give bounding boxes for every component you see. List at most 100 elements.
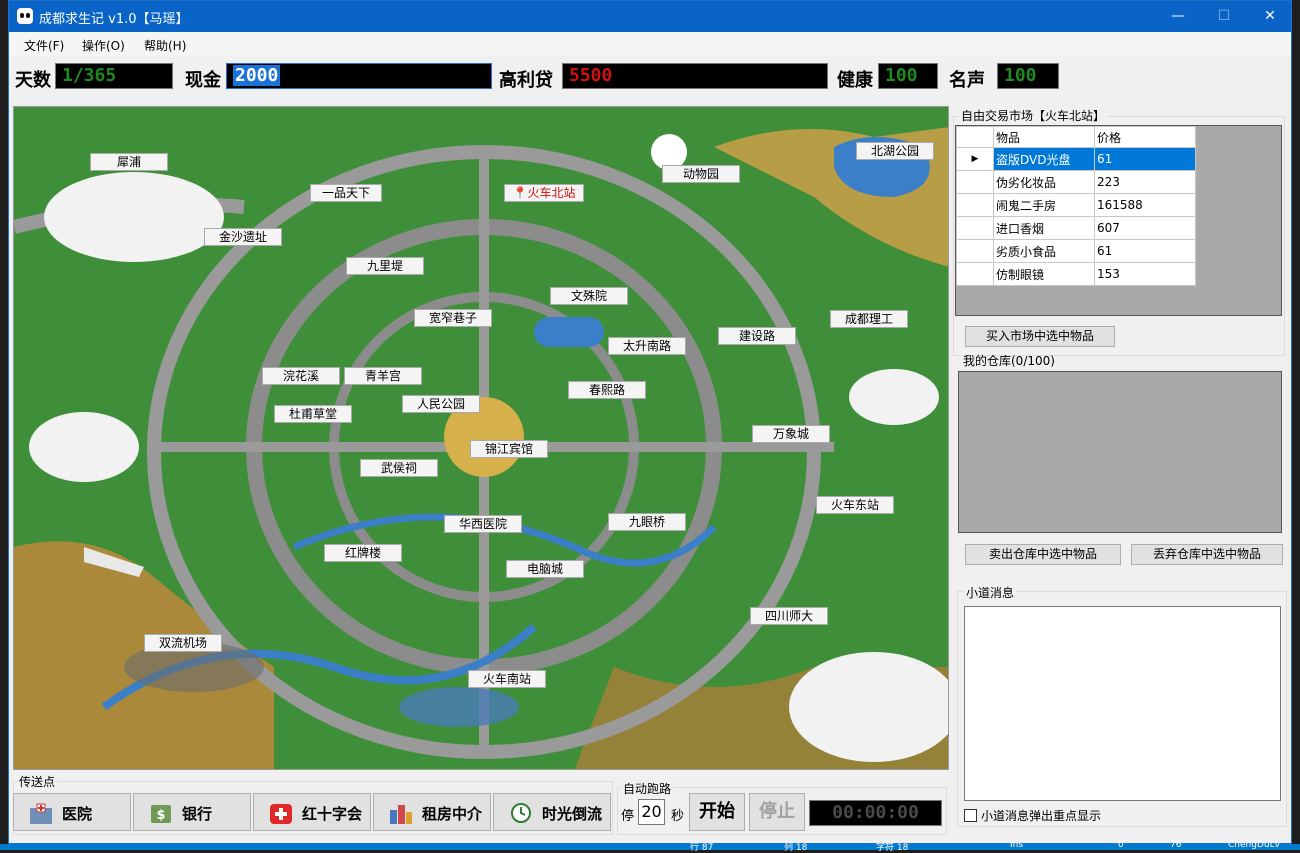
market-item[interactable]: 闹鬼二手房 [993,193,1095,217]
market-item[interactable]: 劣质小食品 [993,239,1095,263]
table-row[interactable]: ▶ 盗版DVD光盘 61 [956,147,1196,171]
red-cross-button[interactable]: 红十字会 [253,793,371,831]
location-jiuyanqiao[interactable]: 九眼桥 [608,513,686,531]
stop-button[interactable]: 停止 [749,793,805,831]
row-selector-arrow-icon: ▶ [956,147,994,171]
start-button[interactable]: 开始 [689,793,745,831]
bank-button[interactable]: $ 银行 [133,793,251,831]
first-aid-icon [270,804,292,824]
market-price[interactable]: 61 [1094,239,1196,263]
location-renmingongyuan[interactable]: 人民公园 [402,395,480,413]
rental-agency-button[interactable]: 租房中介 [373,793,491,831]
popup-checkbox[interactable] [964,809,977,822]
storage-grid[interactable] [958,371,1282,533]
maximize-button[interactable]: ☐ [1201,1,1247,32]
location-wanxiangcheng[interactable]: 万象城 [752,425,830,443]
menu-file[interactable]: 文件(F) [24,37,64,54]
location-jinshayizhi[interactable]: 金沙遗址 [204,228,282,246]
svg-text:$: $ [156,808,165,823]
seconds-unit: 秒 [671,809,685,824]
location-chengdulonggong[interactable]: 成都理工 [830,310,908,328]
sell-button[interactable]: 卖出仓库中选中物品 [965,544,1121,565]
money-bag-icon: $ [151,805,171,823]
location-chunxilu[interactable]: 春熙路 [568,381,646,399]
debt-label: 高利贷 [499,70,553,91]
status-char: 字符 18 [876,843,909,853]
hospital-icon [30,803,52,824]
status-edits: 76 [1170,840,1182,850]
location-jinjiangbinguan[interactable]: 锦江宾馆 [470,440,548,458]
messages-textarea[interactable] [964,606,1281,801]
location-yipintianxia[interactable]: 一品天下 [310,184,382,202]
cash-label: 现金 [185,70,221,91]
seconds-input[interactable]: 20 [638,799,665,825]
fame-label: 名声 [949,70,985,91]
location-taishengnanlu[interactable]: 太升南路 [608,337,686,355]
timer-display: 00:00:00 [809,800,942,826]
market-item[interactable]: 盗版DVD光盘 [993,147,1095,171]
location-huochenanzhan[interactable]: 火车南站 [468,670,546,688]
cash-value: 2000 [233,65,281,86]
table-row[interactable]: 进口香烟 607 [956,216,1196,240]
menu-bar: 文件(F) 操作(O) 帮助(H) [9,32,1291,56]
location-qingyanggong[interactable]: 青羊宫 [344,367,422,385]
clock-icon [511,803,531,823]
market-price[interactable]: 223 [1094,170,1196,194]
menu-action[interactable]: 操作(O) [82,37,125,54]
market-item[interactable]: 伪劣化妆品 [993,170,1095,194]
grid-corner [956,126,994,148]
location-hongpailou[interactable]: 红牌楼 [324,544,402,562]
buildings-icon [390,805,412,824]
menu-help[interactable]: 帮助(H) [144,37,186,54]
status-up: 0 [1118,840,1124,850]
time-rewind-button[interactable]: 时光倒流 [493,793,611,831]
hospital-button[interactable]: 医院 [13,793,131,831]
debt-display: 5500 [562,63,828,89]
location-diannaocheng[interactable]: 电脑城 [506,560,584,578]
table-row[interactable]: 闹鬼二手房 161588 [956,193,1196,217]
close-button[interactable]: ✕ [1247,1,1291,32]
market-grid[interactable]: 物品 价格 ▶ 盗版DVD光盘 61 伪劣化妆品 223 闹鬼二手房 16158… [955,125,1282,316]
column-header-price[interactable]: 价格 [1094,126,1196,148]
market-title: 自由交易市场【火车北站】 [959,107,1108,124]
column-header-item[interactable]: 物品 [993,126,1095,148]
game-window: 成都求生记 v1.0【马瑶】 — ☐ ✕ 文件(F) 操作(O) 帮助(H) 天… [8,0,1292,844]
market-item[interactable]: 仿制眼镜 [993,262,1095,286]
location-huochebeizhan[interactable]: 📍火车北站 [504,184,584,202]
market-price[interactable]: 161588 [1094,193,1196,217]
city-map: 犀浦 一品天下 📍火车北站 动物园 北湖公园 金沙遗址 九里堤 文殊院 成都理工… [13,106,949,770]
market-price[interactable]: 607 [1094,216,1196,240]
table-row[interactable]: 仿制眼镜 153 [956,262,1196,286]
location-huochedongzhan[interactable]: 火车东站 [816,496,894,514]
buy-button[interactable]: 买入市场中选中物品 [965,326,1115,347]
market-price[interactable]: 153 [1094,262,1196,286]
location-huanhuaxi[interactable]: 浣花溪 [262,367,340,385]
title-bar: 成都求生记 v1.0【马瑶】 — ☐ ✕ [9,1,1291,32]
location-huaxiyiyuan[interactable]: 华西医院 [444,515,522,533]
market-price[interactable]: 61 [1094,147,1196,171]
auto-run-title: 自动跑路 [621,780,674,797]
table-row[interactable]: 劣质小食品 61 [956,239,1196,263]
table-row[interactable]: 伪劣化妆品 223 [956,170,1196,194]
location-shuangliujichang[interactable]: 双流机场 [144,634,222,652]
discard-button[interactable]: 丢弃仓库中选中物品 [1131,544,1283,565]
market-item[interactable]: 进口香烟 [993,216,1095,240]
panda-app-icon [17,8,33,24]
cash-display: 2000 [226,63,492,89]
map-pin-icon: 📍 [512,186,528,200]
minimize-button[interactable]: — [1155,1,1201,32]
location-wenshuyuan[interactable]: 文殊院 [550,287,628,305]
location-sichuanshida[interactable]: 四川师大 [750,607,828,625]
location-dongwuyuan[interactable]: 动物园 [662,165,740,183]
location-xipu[interactable]: 犀浦 [90,153,168,171]
messages-title: 小道消息 [964,584,1017,601]
location-dufucaotang[interactable]: 杜甫草堂 [274,405,352,423]
location-wuhouci[interactable]: 武侯祠 [360,459,438,477]
location-beihugongyuan[interactable]: 北湖公园 [856,142,934,160]
fame-display: 100 [997,63,1059,89]
location-jianshelu[interactable]: 建设路 [718,327,796,345]
days-display: 1/365 [55,63,173,89]
health-display: 100 [878,63,938,89]
location-jiulidi[interactable]: 九里堤 [346,257,424,275]
location-kuanzhaixiangzi[interactable]: 宽窄巷子 [414,309,492,327]
